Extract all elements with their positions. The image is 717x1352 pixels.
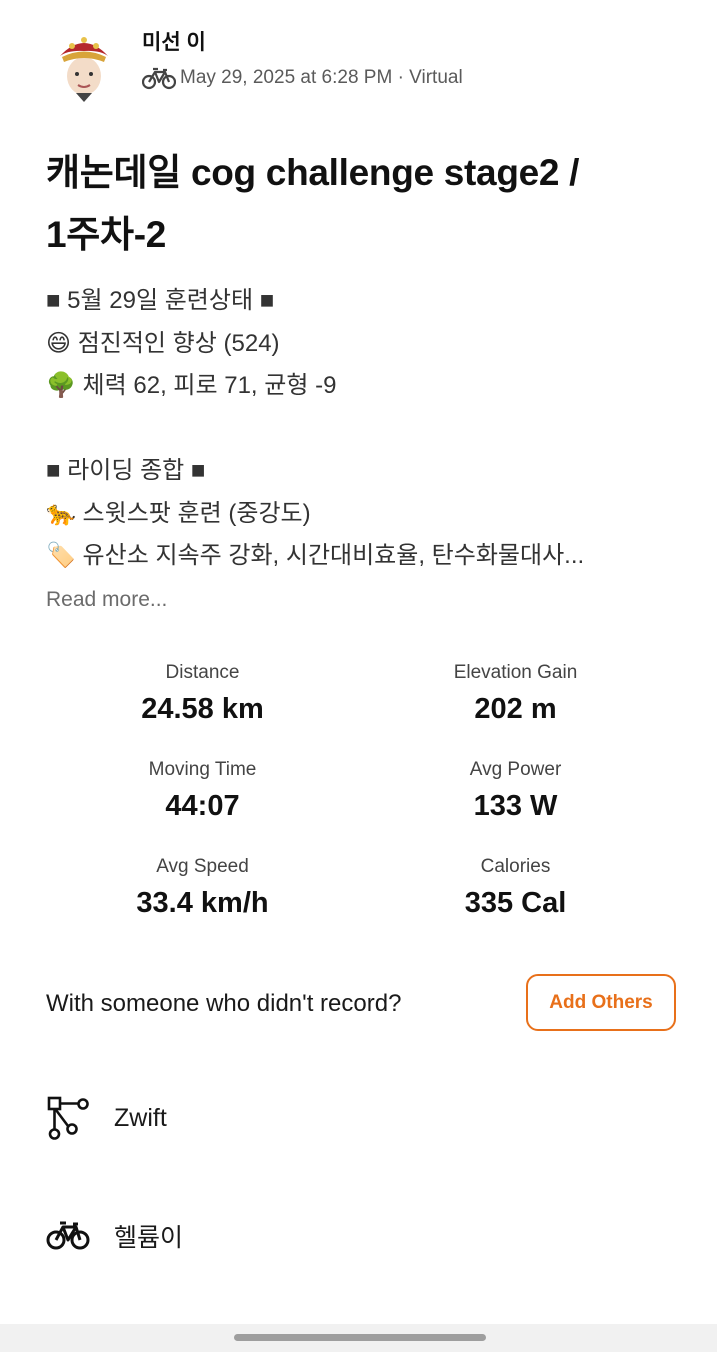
bike-name: 헬륨이 bbox=[114, 1224, 184, 1252]
description-blank-line bbox=[46, 408, 686, 451]
stat-label: Avg Power bbox=[469, 759, 562, 780]
description-line: 🏷️ 유산소 지속주 강화, 시간대비효율, 탄수화물대사... bbox=[46, 542, 585, 569]
stat-value: 335 Cal bbox=[464, 887, 567, 919]
description-line: 🌳 체력 62, 피로 71, 균형 -9 bbox=[46, 372, 337, 399]
stat-value: 24.58 km bbox=[141, 693, 264, 725]
read-more-link[interactable]: Read more... bbox=[46, 588, 167, 612]
description-line: 🐆 스윗스팟 훈련 (중강도) bbox=[46, 499, 311, 527]
stat-label: Moving Time bbox=[148, 759, 257, 780]
system-nav-bar bbox=[0, 1324, 717, 1352]
activity-meta-text: May 29, 2025 at 6:28 PM · Virtual bbox=[180, 67, 463, 88]
home-gesture-handle[interactable] bbox=[234, 1334, 486, 1341]
athlete-name[interactable]: 미선 이 bbox=[142, 26, 206, 56]
bike-icon bbox=[46, 1221, 90, 1250]
add-others-prompt: With someone who didn't record? bbox=[46, 990, 402, 1017]
stat-distance: Distance 24.58 km bbox=[46, 660, 359, 726]
activity-title: 캐논데일 cog challenge stage2 / 1주차-2 bbox=[46, 142, 686, 266]
link-row-gear[interactable]: 헬륨이 bbox=[46, 1212, 676, 1260]
add-others-row: With someone who didn't record? Add Othe… bbox=[46, 974, 676, 1034]
title-line: 캐논데일 cog challenge stage2 / bbox=[46, 152, 580, 193]
description-line: ■ 5월 29일 훈련상태 ■ bbox=[46, 287, 275, 314]
stat-value: 33.4 km/h bbox=[136, 887, 269, 919]
title-line: 1주차-2 bbox=[46, 214, 167, 255]
avatar[interactable] bbox=[46, 26, 122, 102]
stat-avg-speed: Avg Speed 33.4 km/h bbox=[46, 854, 359, 920]
device-name: Zwift bbox=[114, 1103, 167, 1132]
description-line: 😄 점진적인 향상 (524) bbox=[46, 329, 280, 357]
add-others-button[interactable]: Add Others bbox=[526, 974, 676, 1031]
stat-moving-time: Moving Time 44:07 bbox=[46, 757, 359, 823]
activity-description: ■ 5월 29일 훈련상태 ■ 😄 점진적인 향상 (524) 🌳 체력 62,… bbox=[46, 280, 686, 578]
stat-calories: Calories 335 Cal bbox=[359, 854, 672, 920]
stat-label: Distance bbox=[165, 662, 240, 683]
bike-icon bbox=[142, 67, 176, 90]
stat-avg-power: Avg Power 133 W bbox=[359, 757, 672, 823]
route-icon bbox=[47, 1096, 89, 1140]
stat-label: Avg Speed bbox=[156, 856, 249, 877]
activity-header: 미선 이 May 29, 2025 at 6:28 PM · Virtual bbox=[46, 22, 686, 102]
stat-label: Calories bbox=[480, 856, 551, 877]
stat-elevation-gain: Elevation Gain 202 m bbox=[359, 660, 672, 726]
stat-value: 133 W bbox=[473, 790, 558, 822]
stat-label: Elevation Gain bbox=[453, 662, 578, 683]
stat-value: 202 m bbox=[474, 693, 557, 725]
activity-meta: May 29, 2025 at 6:28 PM · Virtual bbox=[142, 66, 463, 90]
description-line: ■ 라이딩 종합 ■ bbox=[46, 457, 206, 484]
stat-value: 44:07 bbox=[165, 790, 240, 822]
link-row-zwift[interactable]: Zwift bbox=[46, 1094, 676, 1142]
